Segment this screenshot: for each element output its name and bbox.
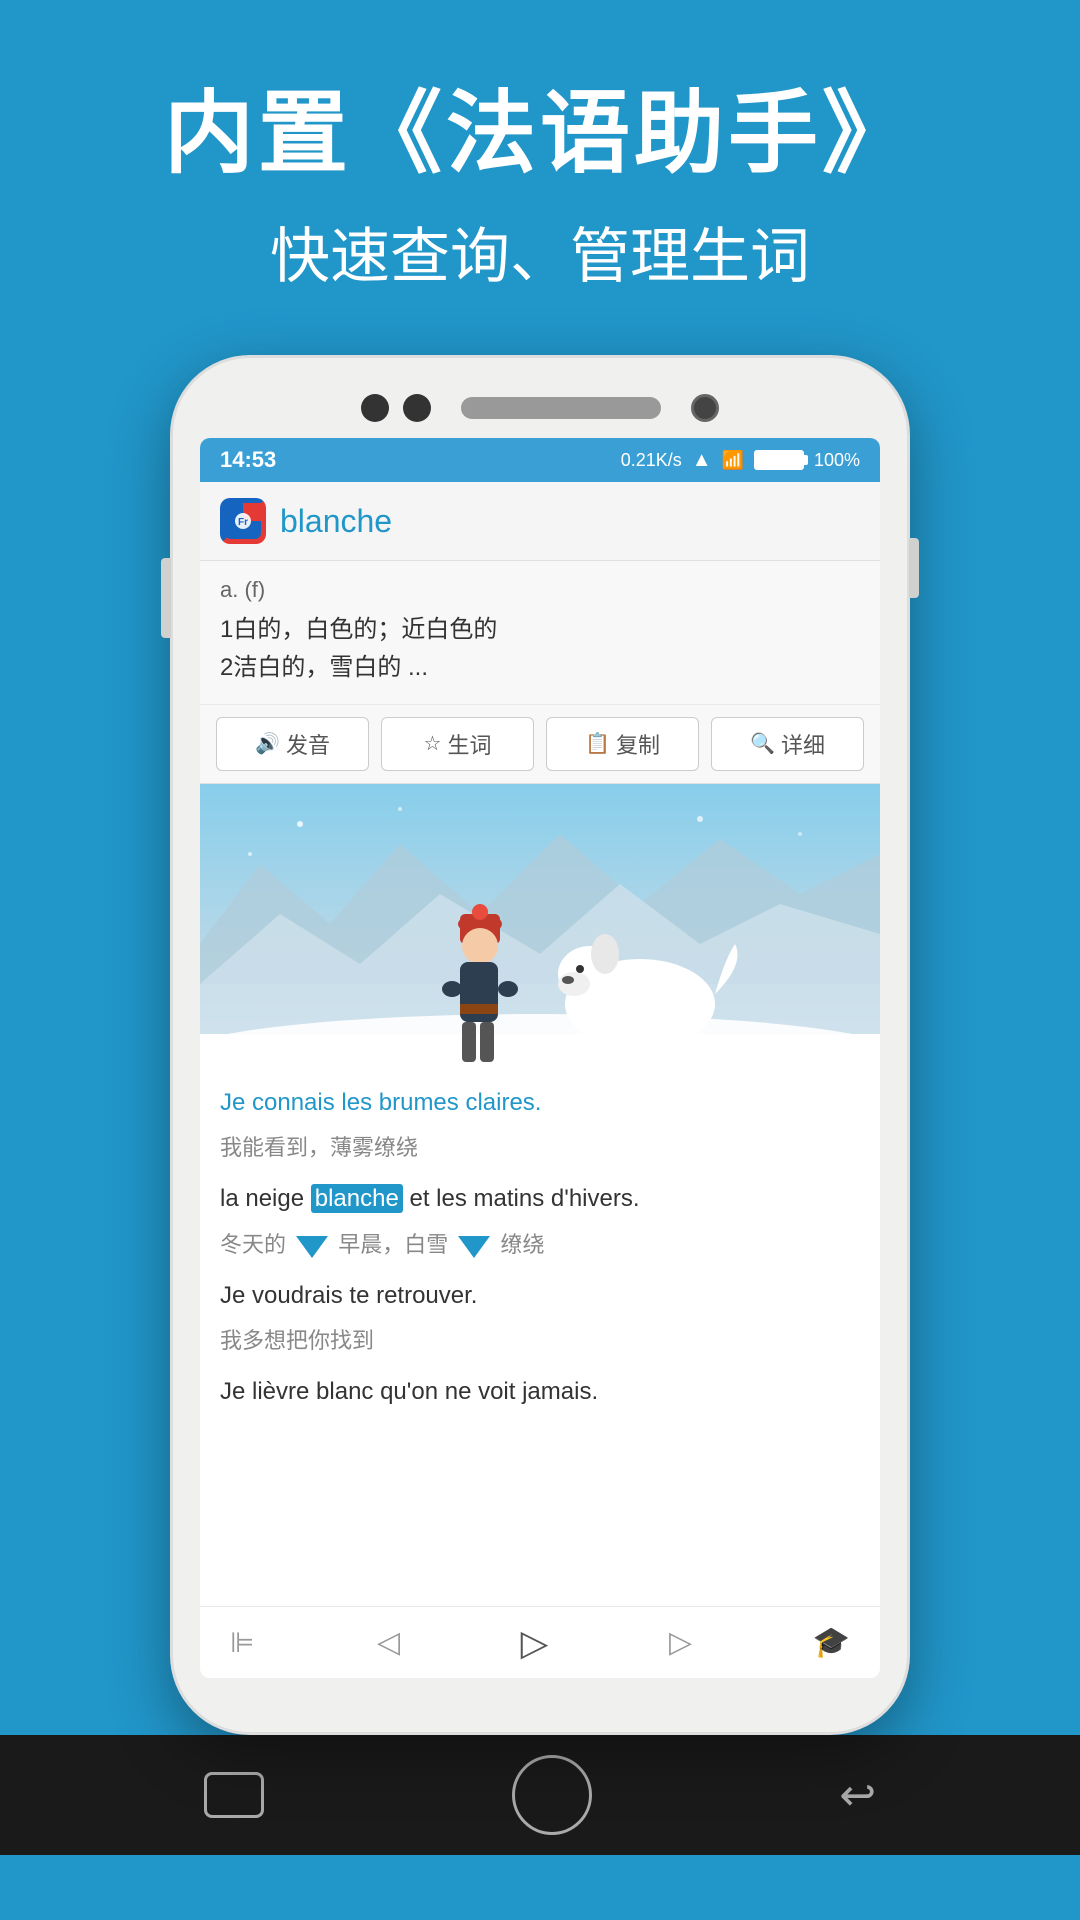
status-bar: 14:53 0.21K/s ▲ 📶 100% — [200, 438, 880, 482]
vocabulary-label: 生词 — [447, 728, 491, 760]
action-buttons-row: 🔊 发音 ☆ 生词 📋 复制 🔍 详细 — [200, 705, 880, 784]
sentence-1-cn: 我能看到，薄雾缭绕 — [220, 1130, 860, 1162]
app-logo: Fr — [220, 498, 266, 544]
player-bar: ⊫ ◁ ▷ ▷ 🎓 — [200, 1606, 880, 1678]
copy-label: 复制 — [616, 728, 660, 760]
copy-button[interactable]: 📋 复制 — [546, 717, 699, 771]
word-pos: a. (f) — [220, 577, 860, 603]
phone-top-bar — [173, 358, 907, 438]
page-title: 内置《法语助手》 — [164, 80, 916, 188]
volume-button — [161, 558, 171, 638]
recents-button[interactable] — [204, 1772, 264, 1818]
status-time: 14:53 — [220, 447, 276, 473]
home-button[interactable] — [512, 1755, 592, 1835]
page-header: 内置《法语助手》 快速查询、管理生词 — [124, 0, 956, 335]
sentence-2-cn: 冬天的 早晨，白雪 缭绕 — [220, 1227, 860, 1259]
phone-screen: 14:53 0.21K/s ▲ 📶 100% — [200, 438, 880, 1678]
pronounce-label: 发音 — [286, 728, 330, 760]
back-button[interactable]: ↩ — [839, 1770, 876, 1821]
sentence-3-fr: Je voudrais te retrouver. — [220, 1277, 860, 1315]
pronounce-button[interactable]: 🔊 发音 — [216, 717, 369, 771]
front-cameras — [361, 394, 431, 422]
copy-icon: 📋 — [585, 731, 610, 756]
word-def-2: 2洁白的，雪白的 ... — [220, 649, 860, 687]
svg-text:Fr: Fr — [238, 517, 248, 528]
selection-handle-right — [458, 1236, 490, 1258]
word-def-1: 1白的，白色的；近白色的 — [220, 611, 860, 649]
sentence-2-fr: la neige blanche et les matins d'hivers. — [220, 1180, 860, 1218]
sentence-3-cn: 我多想把你找到 — [220, 1323, 860, 1355]
prev-button[interactable]: ◁ — [377, 1625, 400, 1660]
speaker-icon: 🔊 — [255, 731, 280, 756]
sentence-1-fr: Je connais les brumes claires. — [220, 1084, 860, 1122]
dictionary-content: a. (f) 1白的，白色的；近白色的 2洁白的，雪白的 ... — [200, 561, 880, 705]
app-header: Fr blanche — [200, 482, 880, 561]
signal-icon: 📶 — [722, 450, 744, 471]
detail-label: 详细 — [781, 728, 825, 760]
front-camera-left — [361, 394, 389, 422]
selection-handle-left — [296, 1236, 328, 1258]
status-speed: 0.21K/s — [621, 450, 682, 471]
sentence-2-part2: et les matins d'hivers. — [403, 1185, 640, 1212]
selfie-camera — [691, 394, 719, 422]
word-image — [200, 784, 880, 1064]
front-camera-right — [403, 394, 431, 422]
sentences-area: Je connais les brumes claires. 我能看到，薄雾缭绕… — [200, 1064, 880, 1606]
sentence-2-part1: la neige — [220, 1185, 311, 1212]
next-button[interactable]: ▷ — [669, 1625, 692, 1660]
graduation-icon[interactable]: 🎓 — [813, 1625, 850, 1660]
search-icon: 🔍 — [750, 731, 775, 756]
detail-button[interactable]: 🔍 详细 — [711, 717, 864, 771]
page-subtitle: 快速查询、管理生词 — [164, 208, 916, 295]
power-button — [909, 538, 919, 598]
bottom-nav: ↩ — [0, 1735, 1080, 1855]
search-word: blanche — [280, 503, 392, 540]
wifi-icon: ▲ — [692, 449, 712, 472]
vocabulary-button[interactable]: ☆ 生词 — [381, 717, 534, 771]
battery-icon — [754, 450, 804, 470]
sentence-4-fr: Je lièvre blanc qu'on ne voit jamais. — [220, 1373, 860, 1411]
battery-percent: 100% — [814, 450, 860, 471]
play-button[interactable]: ▷ — [521, 1622, 549, 1664]
equalizer-icon[interactable]: ⊫ — [230, 1626, 256, 1659]
star-icon: ☆ — [424, 731, 442, 756]
phone-body: 14:53 0.21K/s ▲ 📶 100% — [170, 355, 910, 1735]
status-right: 0.21K/s ▲ 📶 100% — [621, 449, 860, 472]
phone-mockup: 14:53 0.21K/s ▲ 📶 100% — [170, 355, 910, 1735]
speaker-grille — [461, 397, 661, 419]
highlighted-word: blanche — [311, 1184, 403, 1213]
